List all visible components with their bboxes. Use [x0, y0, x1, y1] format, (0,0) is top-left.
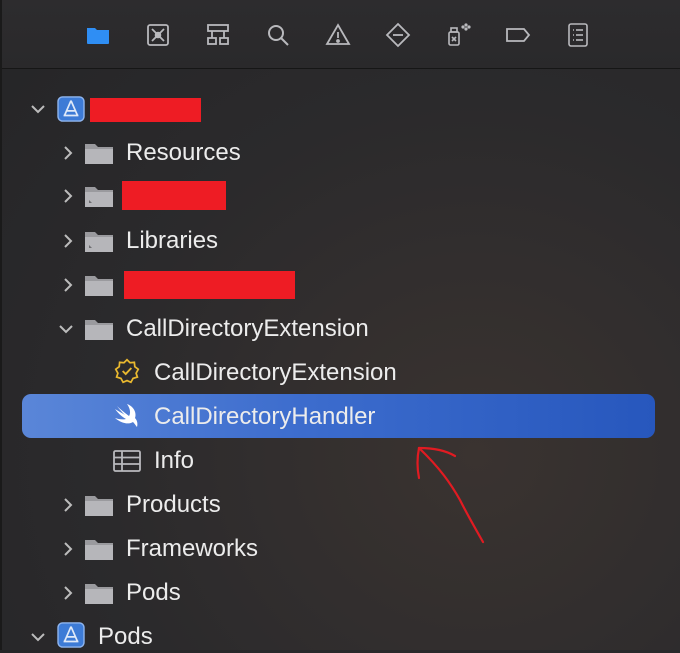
tree-item-calldirectoryextension-folder[interactable]: CallDirectoryExtension — [126, 314, 369, 344]
chevron-right-icon[interactable] — [60, 497, 76, 513]
annotation-arrow — [416, 446, 485, 544]
tree-item-frameworks[interactable]: Frameworks — [126, 534, 258, 564]
app-project-icon — [56, 96, 86, 124]
folder-icon[interactable] — [83, 20, 113, 50]
redacted-folder-name — [124, 271, 295, 299]
tree-item-calldirectoryhandler[interactable]: CallDirectoryHandler — [154, 402, 375, 432]
chevron-right-icon[interactable] — [60, 541, 76, 557]
source-control-icon[interactable] — [143, 20, 173, 50]
folder-icon — [84, 580, 114, 606]
folder-icon — [84, 536, 114, 562]
chevron-right-icon[interactable] — [60, 145, 76, 161]
entitlements-badge-icon — [112, 358, 142, 388]
tree-item-resources[interactable]: Resources — [126, 138, 241, 168]
folder-icon — [84, 316, 114, 342]
chevron-right-icon[interactable] — [60, 188, 76, 204]
folder-icon — [84, 492, 114, 518]
tree-item-pods-project[interactable]: Pods — [98, 622, 153, 652]
chevron-right-icon[interactable] — [60, 233, 76, 249]
window-edge — [0, 0, 2, 650]
folder-icon — [84, 272, 114, 298]
hierarchy-icon[interactable] — [203, 20, 233, 50]
chevron-down-icon[interactable] — [30, 101, 46, 117]
folder-icon — [84, 183, 114, 209]
app-project-icon — [56, 622, 86, 650]
tree-item-products[interactable]: Products — [126, 490, 221, 520]
tree-item-calldirectoryextension-entitlements[interactable]: CallDirectoryExtension — [154, 358, 397, 388]
chevron-right-icon[interactable] — [60, 277, 76, 293]
plist-table-icon — [112, 448, 142, 474]
redacted-folder-name — [122, 181, 226, 210]
navigator-toolbar — [0, 0, 680, 650]
swift-icon — [112, 403, 142, 429]
redacted-project-name — [90, 98, 201, 122]
tree-item-pods-folder[interactable]: Pods — [126, 578, 181, 608]
chevron-right-icon[interactable] — [60, 585, 76, 601]
test-diamond-icon[interactable] — [383, 20, 413, 50]
debug-spray-icon[interactable] — [443, 20, 473, 50]
folder-icon — [84, 228, 114, 254]
tree-item-info[interactable]: Info — [154, 446, 194, 476]
warning-icon[interactable] — [323, 20, 353, 50]
report-list-icon[interactable] — [563, 20, 593, 50]
tree-item-libraries[interactable]: Libraries — [126, 226, 218, 256]
chevron-down-icon[interactable] — [30, 629, 46, 645]
search-icon[interactable] — [263, 20, 293, 50]
chevron-down-icon[interactable] — [58, 321, 74, 337]
folder-icon — [84, 140, 114, 166]
breakpoint-tag-icon[interactable] — [503, 20, 533, 50]
